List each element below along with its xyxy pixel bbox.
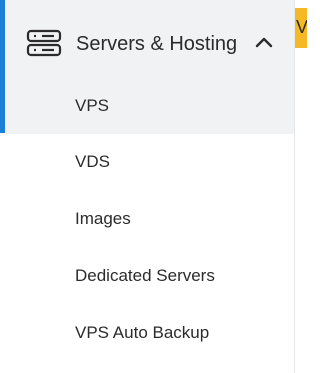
app-root: Servers & Hosting VPS VDS Images Dedicat…: [0, 0, 307, 373]
content-area: V: [295, 0, 307, 373]
sidebar-section-servers-hosting[interactable]: Servers & Hosting: [0, 0, 295, 78]
sidebar-item-vps-auto-backup[interactable]: VPS Auto Backup: [5, 305, 295, 361]
sidebar-item-label: VPS: [75, 96, 110, 115]
sidebar-section-label: Servers & Hosting: [76, 33, 238, 55]
server-rack-icon: [26, 29, 62, 57]
active-indicator: [0, 0, 5, 133]
sidebar-item-label: Dedicated Servers: [75, 266, 215, 285]
chevron-up-icon[interactable]: [254, 34, 274, 50]
sidebar-item-images[interactable]: Images: [5, 191, 295, 247]
sidebar-item-label: Images: [75, 209, 131, 228]
sidebar-item-dedicated-servers[interactable]: Dedicated Servers: [5, 248, 295, 304]
sidebar-item-label: VPS Auto Backup: [75, 323, 210, 342]
notice-banner-text: V: [296, 17, 307, 37]
sidebar: Servers & Hosting VPS VDS Images Dedicat…: [0, 0, 295, 373]
sidebar-item-vds[interactable]: VDS: [5, 134, 295, 190]
sidebar-item-label: VDS: [75, 152, 110, 171]
sidebar-item-vps[interactable]: VPS: [5, 78, 295, 134]
